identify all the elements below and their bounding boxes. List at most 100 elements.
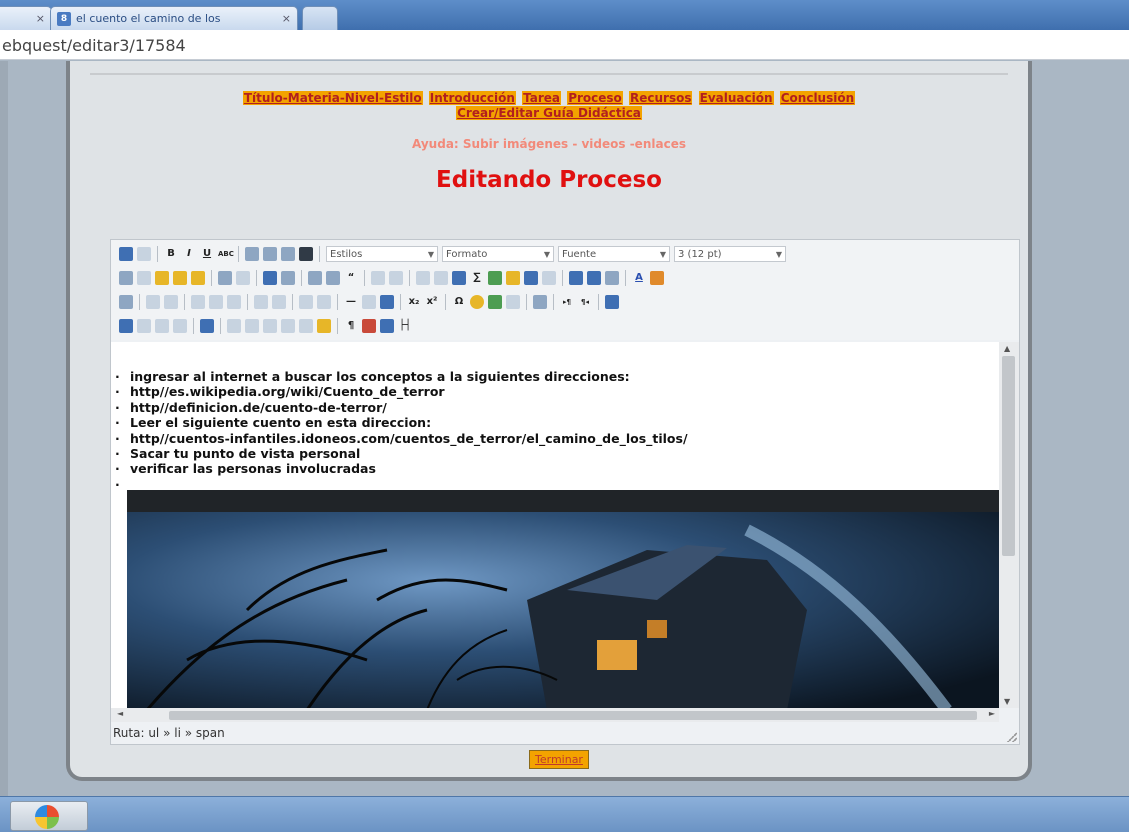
styles-dropdown[interactable]: Estilos ▼	[326, 246, 438, 262]
outdent-icon[interactable]	[308, 271, 322, 285]
fullscreen-icon[interactable]	[605, 295, 619, 309]
redo-icon[interactable]	[389, 271, 403, 285]
nav-link-proceso[interactable]: Proceso	[567, 91, 623, 105]
media-icon[interactable]	[524, 271, 538, 285]
anchor-icon[interactable]	[452, 271, 466, 285]
align-right-icon[interactable]	[281, 247, 295, 261]
undo-icon[interactable]	[371, 271, 385, 285]
help-link[interactable]: Ayuda: Subir imágenes - videos -enlaces	[70, 137, 1028, 151]
smiley-icon[interactable]	[470, 295, 484, 309]
unlink-icon[interactable]	[434, 271, 448, 285]
column-before-icon[interactable]	[191, 295, 205, 309]
nav-link-tarea[interactable]: Tarea	[522, 91, 561, 105]
copy-icon[interactable]	[137, 271, 151, 285]
special-char-icon[interactable]: Ω	[452, 295, 466, 309]
resize-grip-icon[interactable]	[1007, 732, 1017, 742]
finish-button[interactable]: Terminar	[529, 750, 589, 769]
new-tab-button[interactable]	[302, 6, 338, 30]
tab-close-icon[interactable]: ×	[282, 12, 291, 25]
start-button[interactable]	[10, 801, 88, 831]
save-icon[interactable]	[119, 247, 133, 261]
underline-icon[interactable]: U	[200, 247, 214, 261]
nav-link-evaluacion[interactable]: Evaluación	[698, 91, 774, 105]
scroll-thumb[interactable]	[1002, 356, 1015, 556]
vertical-scrollbar[interactable]: ▲ ▼	[999, 342, 1019, 708]
image-icon[interactable]	[488, 271, 502, 285]
list-item[interactable]: · Leer el siguiente cuento en esta direcc…	[115, 415, 688, 430]
link-icon[interactable]	[416, 271, 430, 285]
bulleted-list-icon[interactable]	[263, 271, 277, 285]
size-dropdown[interactable]: 3 (12 pt) ▼	[674, 246, 786, 262]
paste-word-icon[interactable]	[191, 271, 205, 285]
paste-text-icon[interactable]	[173, 271, 187, 285]
nav-link-conclusion[interactable]: Conclusión	[779, 91, 856, 105]
embedded-image[interactable]	[127, 490, 999, 708]
sum-icon[interactable]: ∑	[470, 271, 484, 285]
nonbreaking-icon[interactable]: ├┤	[398, 319, 412, 333]
pencil-icon[interactable]	[506, 271, 520, 285]
visual-aid-icon[interactable]	[380, 295, 394, 309]
show-blocks-icon[interactable]: ¶	[344, 319, 358, 333]
abbr-icon[interactable]	[245, 319, 259, 333]
row-after-icon[interactable]	[164, 295, 178, 309]
browser-tab-previous[interactable]: ×	[0, 6, 52, 30]
html-icon[interactable]	[542, 271, 556, 285]
page-break-icon[interactable]	[380, 319, 394, 333]
split-cell-icon[interactable]	[254, 295, 268, 309]
horizontal-rule-icon[interactable]: —	[344, 295, 358, 309]
align-left-icon[interactable]	[245, 247, 259, 261]
attributes-icon[interactable]	[317, 319, 331, 333]
merge-cell-icon[interactable]	[272, 295, 286, 309]
row-props-icon[interactable]	[317, 295, 331, 309]
numbered-list-icon[interactable]	[281, 271, 295, 285]
editor-content-area[interactable]: · ingresar al internet a buscar los conce…	[111, 342, 999, 708]
strikethrough-icon[interactable]: ABC	[218, 247, 234, 261]
rtl-icon[interactable]: ¶◂	[578, 295, 592, 309]
preview-icon[interactable]	[587, 271, 601, 285]
replace-icon[interactable]	[236, 271, 250, 285]
new-page-icon[interactable]	[137, 247, 151, 261]
source-icon[interactable]	[569, 271, 583, 285]
scroll-right-icon[interactable]: ►	[989, 709, 995, 718]
ins-icon[interactable]	[299, 319, 313, 333]
horizontal-scrollbar[interactable]: ◄ ►	[111, 708, 999, 722]
find-icon[interactable]	[218, 271, 232, 285]
nav-link-recursos[interactable]: Recursos	[628, 91, 693, 105]
cut-icon[interactable]	[119, 271, 133, 285]
font-dropdown[interactable]: Fuente ▼	[558, 246, 670, 262]
style-props-icon[interactable]	[200, 319, 214, 333]
highlight-color-icon[interactable]	[650, 271, 664, 285]
align-center-icon[interactable]	[263, 247, 277, 261]
format-dropdown[interactable]: Formato ▼	[442, 246, 554, 262]
move-forward-icon[interactable]	[137, 319, 151, 333]
list-item[interactable]: · http//es.wikipedia.org/wiki/Cuento_de_t…	[115, 384, 688, 399]
list-item[interactable]: · verificar las personas involucradas	[115, 461, 688, 476]
nav-link-introduccion[interactable]: Introducción	[428, 91, 516, 105]
paste-icon[interactable]	[155, 271, 169, 285]
ltr-icon[interactable]: ▸¶	[560, 295, 574, 309]
column-after-icon[interactable]	[209, 295, 223, 309]
address-bar[interactable]: ebquest/editar3/17584	[0, 30, 1129, 60]
text-color-icon[interactable]: A	[632, 271, 646, 285]
layer-icon[interactable]	[119, 319, 133, 333]
eraser-icon[interactable]	[362, 295, 376, 309]
del-icon[interactable]	[281, 319, 295, 333]
acronym-icon[interactable]	[263, 319, 277, 333]
scroll-up-icon[interactable]: ▲	[1004, 344, 1010, 353]
absolute-icon[interactable]	[173, 319, 187, 333]
insert-field-icon[interactable]	[506, 295, 520, 309]
list-item[interactable]: · http//cuentos-infantiles.idoneos.com/cu…	[115, 431, 688, 446]
delete-column-icon[interactable]	[227, 295, 241, 309]
print-icon[interactable]	[533, 295, 547, 309]
subscript-icon[interactable]: x₂	[407, 295, 421, 309]
row-before-icon[interactable]	[146, 295, 160, 309]
table-icon[interactable]	[119, 295, 133, 309]
zoom-icon[interactable]	[605, 271, 619, 285]
nav-link-titulo[interactable]: Título-Materia-Nivel-Estilo	[242, 91, 423, 105]
align-justify-icon[interactable]	[299, 247, 313, 261]
scroll-down-icon[interactable]: ▼	[1004, 697, 1010, 706]
bold-icon[interactable]: B	[164, 247, 178, 261]
browser-tab-active[interactable]: 8 el cuento el camino de los ×	[50, 6, 298, 30]
template-icon[interactable]	[362, 319, 376, 333]
cell-props-icon[interactable]	[299, 295, 313, 309]
